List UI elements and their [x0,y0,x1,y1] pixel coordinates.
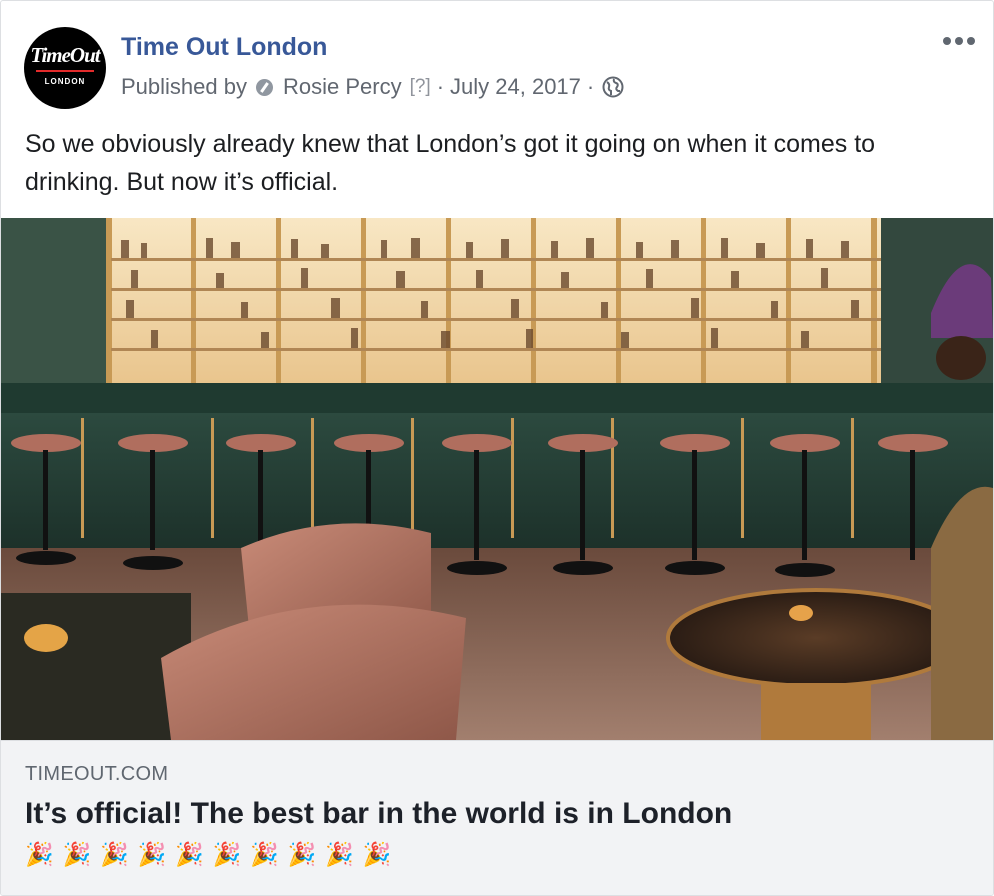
link-preview-image[interactable] [1,218,993,740]
party-popper-icon: 🎉 [175,841,204,867]
party-popper-icon: 🎉 [137,841,167,867]
published-by-label: Published by [121,74,247,99]
link-domain: TIMEOUT.COM [25,763,169,785]
party-popper-icon: 🎉 [25,841,54,867]
author-link[interactable]: Rosie Percy [283,74,402,100]
page-name-link[interactable]: Time Out London [121,33,327,62]
avatar-logo-text: TimeOut [30,43,100,67]
avatar-logo-bar [36,70,94,72]
post-date-link[interactable]: July 24, 2017 [450,74,581,100]
party-popper-icon: 🎉 [100,841,129,867]
link-title[interactable]: It’s official! The best bar in the world… [25,797,732,831]
avatar-logo-subtitle: LONDON [44,77,86,86]
post-meta: Published by Rosie Percy [?] · July 24, … [121,73,624,101]
party-popper-icon: 🎉 [250,841,279,867]
meta-separator: · [436,74,445,99]
post-card: TimeOut LONDON Time Out London Published… [0,0,994,896]
post-message: So we obviously already knew that London… [25,130,876,196]
party-popper-icon: 🎉 [62,841,92,867]
more-options-icon[interactable] [941,31,977,51]
verified-publisher-icon [255,78,273,96]
party-popper-icon: 🎉 [287,841,317,867]
meta-separator: · [586,74,595,99]
link-emoji-row: 🎉 🎉 🎉 🎉 🎉 🎉 🎉 🎉 🎉 🎉 [25,841,400,868]
page-avatar[interactable]: TimeOut LONDON [24,27,106,109]
party-popper-icon: 🎉 [362,841,392,867]
help-link[interactable]: [?] [410,76,431,98]
party-popper-icon: 🎉 [325,841,354,867]
link-preview-info[interactable]: TIMEOUT.COM It’s official! The best bar … [1,740,993,895]
globe-icon[interactable] [602,76,624,98]
party-popper-icon: 🎉 [212,841,242,867]
post-header: TimeOut LONDON Time Out London Published… [1,1,993,119]
